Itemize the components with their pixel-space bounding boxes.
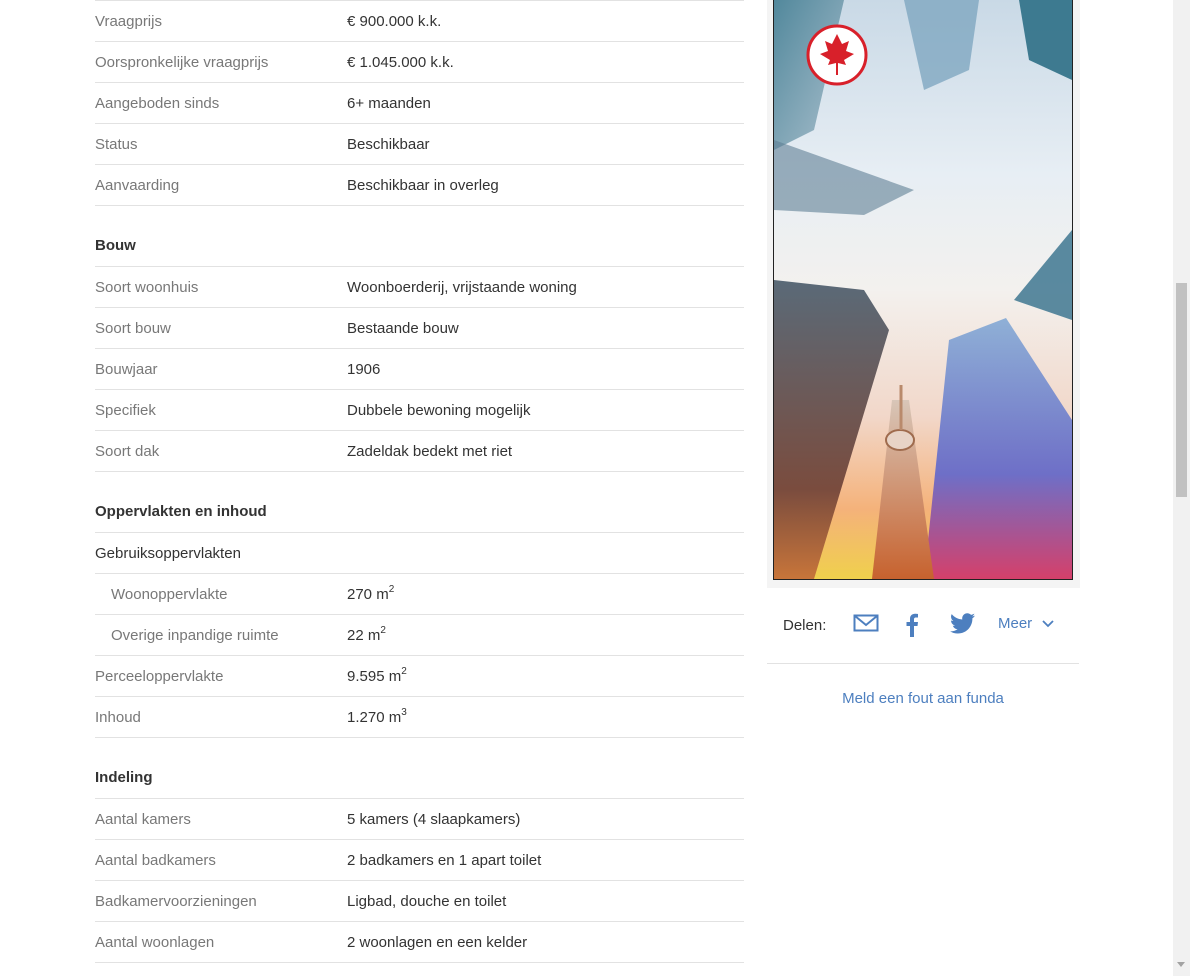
detail-label: Aangeboden sinds — [95, 94, 220, 112]
detail-row-bouwjaar: Bouwjaar 1906 — [95, 349, 744, 390]
detail-label: Status — [95, 135, 138, 153]
detail-label: Vraagprijs — [95, 12, 162, 30]
detail-row-oorspronkelijke-vraagprijs: Oorspronkelijke vraagprijs € 1.045.000 k… — [95, 42, 744, 83]
detail-label: Bouwjaar — [95, 360, 158, 378]
detail-value: Bestaande bouw — [347, 319, 459, 337]
detail-row-soort-bouw: Soort bouw Bestaande bouw — [95, 308, 744, 349]
detail-row-specifiek: Specifiek Dubbele bewoning mogelijk — [95, 390, 744, 431]
detail-row-inhoud: Inhoud 1.270 m3 — [95, 697, 744, 738]
share-divider — [767, 663, 1079, 664]
detail-row-aantal-woonlagen: Aantal woonlagen 2 woonlagen en een keld… — [95, 922, 744, 963]
detail-label: Aantal woonlagen — [95, 933, 215, 951]
report-error-link[interactable]: Meld een fout aan funda — [767, 690, 1079, 707]
detail-value: Woonboerderij, vrijstaande woning — [347, 278, 577, 296]
detail-label: Specifiek — [95, 401, 156, 419]
mail-icon[interactable] — [853, 613, 879, 637]
detail-label: Aanvaarding — [95, 176, 180, 194]
detail-label: Soort dak — [95, 442, 160, 460]
detail-value: 270 m2 — [347, 583, 395, 603]
detail-value: € 1.045.000 k.k. — [347, 53, 454, 71]
skyline-illustration — [774, 0, 1072, 579]
share-label: Delen: — [783, 616, 827, 634]
detail-sublabel: Gebruiksoppervlakten — [95, 544, 241, 562]
twitter-icon[interactable] — [950, 613, 975, 638]
scrollbar-thumb[interactable] — [1176, 283, 1187, 497]
detail-value: 9.595 m2 — [347, 665, 407, 685]
detail-label: Inhoud — [95, 708, 141, 726]
detail-row-aantal-kamers: Aantal kamers 5 kamers (4 slaapkamers) — [95, 799, 744, 840]
detail-value: 2 badkamers en 1 apart toilet — [347, 851, 542, 869]
detail-label: Woonoppervlakte — [111, 585, 228, 603]
detail-value: 2 woonlagen en een kelder — [347, 933, 528, 951]
detail-value: 5 kamers (4 slaapkamers) — [347, 810, 521, 828]
detail-value: 1.270 m3 — [347, 706, 407, 726]
detail-value: Ligbad, douche en toilet — [347, 892, 507, 910]
detail-value: Zadeldak bedekt met riet — [347, 442, 513, 460]
advertisement-banner[interactable] — [773, 0, 1073, 580]
detail-value: 6+ maanden — [347, 94, 431, 112]
detail-value: Beschikbaar — [347, 135, 430, 153]
detail-label: Perceeloppervlakte — [95, 667, 224, 685]
more-share-button[interactable]: Meer — [998, 615, 1054, 632]
detail-row-vraagprijs: Vraagprijs € 900.000 k.k. — [95, 0, 744, 42]
share-bar: Delen: Meer — [767, 603, 1080, 647]
detail-row-soort-woonhuis: Soort woonhuis Woonboerderij, vrijstaand… — [95, 267, 744, 308]
section-heading-indeling: Indeling — [95, 738, 744, 799]
property-details: Vraagprijs € 900.000 k.k. Oorspronkelijk… — [95, 0, 744, 963]
chevron-down-icon — [1042, 620, 1054, 628]
detail-label: Aantal kamers — [95, 810, 191, 828]
detail-row-aangeboden-sinds: Aangeboden sinds 6+ maanden — [95, 83, 744, 124]
detail-row-gebruiksoppervlakten: Gebruiksoppervlakten — [95, 533, 744, 574]
detail-label: Aantal badkamers — [95, 851, 216, 869]
detail-row-status: Status Beschikbaar — [95, 124, 744, 165]
detail-row-aantal-badkamers: Aantal badkamers 2 badkamers en 1 apart … — [95, 840, 744, 881]
section-heading-bouw: Bouw — [95, 206, 744, 267]
detail-value: Beschikbaar in overleg — [347, 176, 499, 194]
detail-value: Dubbele bewoning mogelijk — [347, 401, 531, 419]
scroll-down-arrow-icon[interactable] — [1177, 962, 1185, 967]
detail-label: Soort woonhuis — [95, 278, 199, 296]
detail-value: 22 m2 — [347, 624, 386, 644]
detail-label: Badkamervoorzieningen — [95, 892, 257, 910]
detail-row-overige-ruimte: Overige inpandige ruimte 22 m2 — [95, 615, 744, 656]
detail-value: 1906 — [347, 360, 381, 378]
detail-row-badkamervoorzieningen: Badkamervoorzieningen Ligbad, douche en … — [95, 881, 744, 922]
detail-row-soort-dak: Soort dak Zadeldak bedekt met riet — [95, 431, 744, 472]
detail-value: € 900.000 k.k. — [347, 12, 442, 30]
detail-row-woonoppervlakte: Woonoppervlakte 270 m2 — [95, 574, 744, 615]
detail-label: Oorspronkelijke vraagprijs — [95, 53, 269, 71]
detail-row-aanvaarding: Aanvaarding Beschikbaar in overleg — [95, 165, 744, 206]
detail-row-perceeloppervlakte: Perceeloppervlakte 9.595 m2 — [95, 656, 744, 697]
detail-label: Overige inpandige ruimte — [111, 626, 279, 644]
facebook-icon[interactable] — [905, 613, 919, 641]
section-heading-oppervlakten: Oppervlakten en inhoud — [95, 472, 744, 533]
detail-label: Soort bouw — [95, 319, 171, 337]
